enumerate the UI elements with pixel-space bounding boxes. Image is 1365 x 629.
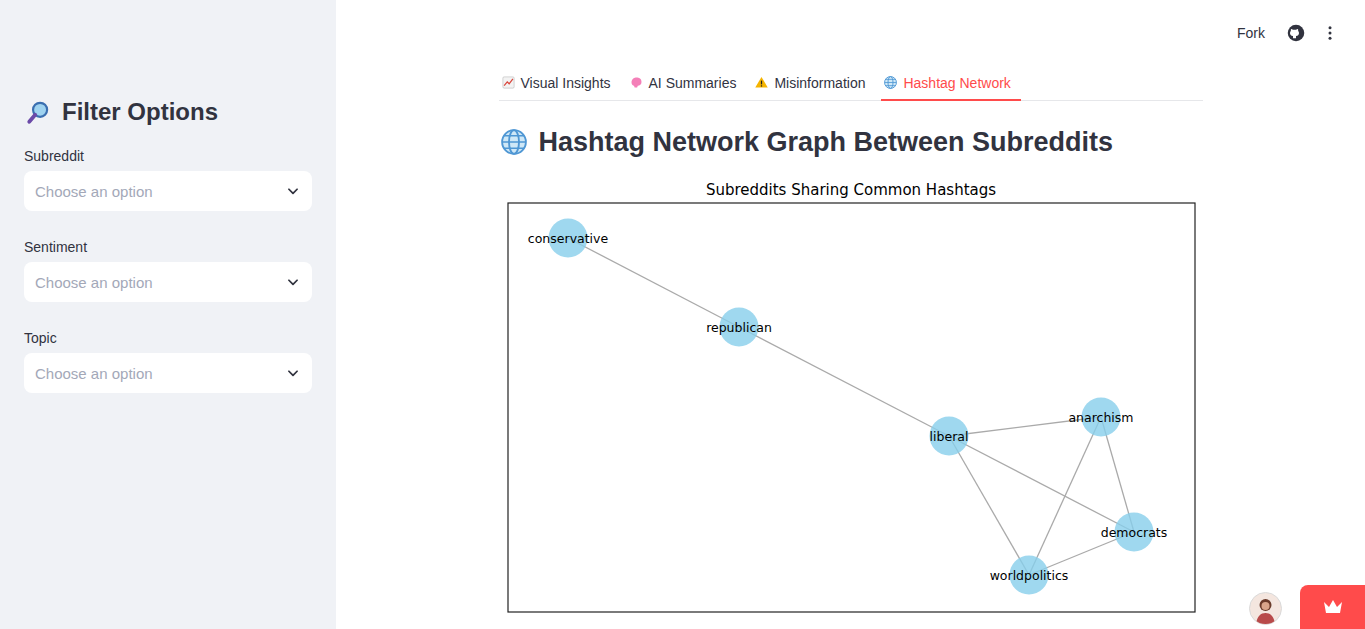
chart-title: Subreddits Sharing Common Hashtags bbox=[705, 181, 995, 199]
node-label: democrats bbox=[1100, 525, 1167, 540]
node-label: worldpolitics bbox=[989, 568, 1068, 583]
crown-icon bbox=[1321, 595, 1345, 619]
page-heading: Hashtag Network Graph Between Subreddits bbox=[499, 125, 1203, 159]
tab-label: Hashtag Network bbox=[903, 75, 1010, 91]
tab-label: AI Summaries bbox=[649, 75, 737, 91]
tab-bar: Visual Insights AI Summaries Misinformatio… bbox=[499, 66, 1203, 101]
tab-label: Misinformation bbox=[774, 75, 865, 91]
chevron-down-icon bbox=[286, 184, 300, 198]
streamlit-badge[interactable] bbox=[1300, 585, 1365, 629]
tab[interactable]: Visual Insights bbox=[499, 66, 621, 101]
plot-frame bbox=[508, 203, 1195, 612]
content: Visual Insights AI Summaries Misinformatio… bbox=[499, 66, 1203, 622]
warning-icon bbox=[754, 75, 769, 90]
filter-label: Topic bbox=[24, 330, 312, 346]
graph-edge bbox=[739, 327, 949, 436]
more-menu-icon[interactable] bbox=[1321, 24, 1339, 42]
network-chart: Subreddits Sharing Common Hashtags conser… bbox=[499, 178, 1203, 622]
node-label: anarchism bbox=[1068, 410, 1133, 425]
globe-icon bbox=[883, 75, 898, 90]
sidebar: Filter OptionsSubredditChoose an optionS… bbox=[0, 0, 336, 629]
globe-icon bbox=[499, 127, 529, 157]
tab[interactable]: Hashtag Network bbox=[881, 66, 1020, 101]
graph-node bbox=[929, 417, 968, 456]
tab[interactable]: AI Summaries bbox=[627, 66, 747, 101]
tab-label: Visual Insights bbox=[521, 75, 611, 91]
node-label: republican bbox=[706, 320, 772, 335]
github-icon[interactable] bbox=[1287, 24, 1305, 42]
toolbar: Fork bbox=[336, 0, 1365, 66]
filter-field: Sentiment Choose an option bbox=[24, 239, 312, 302]
chevron-down-icon bbox=[286, 366, 300, 380]
filter-select[interactable]: Choose an option bbox=[24, 262, 312, 302]
chevron-down-icon bbox=[286, 275, 300, 289]
magnifier-icon bbox=[26, 99, 52, 125]
filter-field: Topic Choose an option bbox=[24, 330, 312, 393]
filter-select[interactable]: Choose an option bbox=[24, 171, 312, 211]
select-placeholder: Choose an option bbox=[35, 365, 153, 382]
node-label: liberal bbox=[929, 429, 968, 444]
filter-label: Subreddit bbox=[24, 148, 312, 164]
heading-text: Hashtag Network Graph Between Subreddits bbox=[539, 127, 1114, 158]
node-label: conservative bbox=[527, 231, 608, 246]
fork-button[interactable]: Fork bbox=[1237, 25, 1265, 41]
main-area: Fork Visual Insights AI Summaries Misinform… bbox=[336, 0, 1365, 629]
filter-label: Sentiment bbox=[24, 239, 312, 255]
filter-field: Subreddit Choose an option bbox=[24, 148, 312, 211]
chart-icon bbox=[501, 75, 516, 90]
graph-edge bbox=[568, 238, 739, 327]
select-placeholder: Choose an option bbox=[35, 183, 153, 200]
graph-edge bbox=[1029, 417, 1101, 575]
sidebar-title-text: Filter Options bbox=[62, 98, 218, 126]
filter-select[interactable]: Choose an option bbox=[24, 353, 312, 393]
tab[interactable]: Misinformation bbox=[752, 66, 875, 101]
brain-icon bbox=[629, 75, 644, 90]
select-placeholder: Choose an option bbox=[35, 274, 153, 291]
graph-edge bbox=[949, 436, 1029, 575]
user-avatar[interactable] bbox=[1249, 592, 1282, 625]
sidebar-title: Filter Options bbox=[26, 96, 312, 128]
